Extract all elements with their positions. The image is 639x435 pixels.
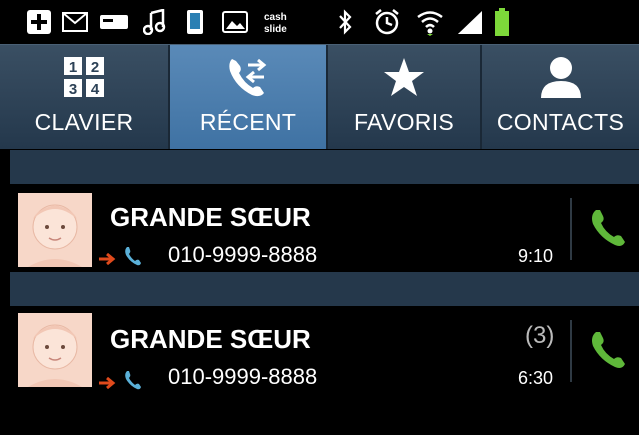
call-log-item[interactable]: GRANDE SŒUR (3) 010-9999-8888 6:30 xyxy=(10,308,639,394)
dialpad-digit: 4 xyxy=(91,81,100,98)
dialpad-digit: 1 xyxy=(69,59,77,76)
call-count: (3) xyxy=(525,322,555,349)
alarm-icon xyxy=(373,8,401,36)
call-type-phone-icon xyxy=(124,246,142,271)
contact-name: GRANDE SŒUR xyxy=(110,324,311,354)
music-icon xyxy=(142,8,168,36)
phone-number: 010-9999-8888 xyxy=(168,364,318,389)
row-divider xyxy=(570,198,572,260)
tab-bar: 1 2 3 4 CLAVIER RÉCENT FAVORIS CONTACTS xyxy=(0,44,639,149)
tab-label: CONTACTS xyxy=(496,109,625,135)
contact-name: GRANDE SŒUR xyxy=(110,202,311,232)
phone-number: 010-9999-8888 xyxy=(168,242,318,267)
outgoing-arrow-icon xyxy=(98,252,118,270)
call-time: 9:10 xyxy=(518,246,554,266)
recent-calls-icon xyxy=(226,45,270,99)
wifi-icon xyxy=(416,8,444,36)
svg-text:cash: cash xyxy=(264,12,287,23)
tab-label: CLAVIER xyxy=(34,109,134,135)
dialpad-digit: 2 xyxy=(91,59,99,76)
tab-label: RÉCENT xyxy=(199,109,297,135)
svg-text:slide: slide xyxy=(264,24,287,35)
tab-keypad[interactable]: 1 2 3 4 CLAVIER xyxy=(0,45,168,149)
avatar[interactable] xyxy=(18,313,92,387)
image-icon xyxy=(222,8,248,36)
plus-icon xyxy=(26,8,52,36)
cashslide-icon: cash slide xyxy=(262,8,298,36)
star-icon xyxy=(382,45,426,99)
section-header-band xyxy=(10,150,639,184)
card-icon xyxy=(100,8,128,36)
battery-icon xyxy=(493,8,511,36)
tab-recent[interactable]: RÉCENT xyxy=(170,45,326,149)
section-header-band xyxy=(10,272,639,306)
row-divider xyxy=(570,320,572,382)
call-log-item[interactable]: GRANDE SŒUR 010-9999-8888 9:10 xyxy=(10,186,639,270)
status-bar: cash slide xyxy=(0,0,639,44)
bluetooth-icon xyxy=(335,8,355,36)
tab-favorites[interactable]: FAVORIS xyxy=(328,45,480,149)
tab-contacts[interactable]: CONTACTS xyxy=(482,45,639,149)
tab-label: FAVORIS xyxy=(353,109,455,135)
phone-device-icon xyxy=(185,8,205,36)
signal-icon xyxy=(456,8,484,36)
mail-icon xyxy=(62,8,88,36)
call-type-phone-icon xyxy=(124,370,142,395)
dialpad-digit: 3 xyxy=(69,81,77,98)
avatar[interactable] xyxy=(18,193,92,267)
dialpad-icon: 1 2 3 4 xyxy=(62,45,106,99)
call-time: 6:30 xyxy=(518,368,554,388)
outgoing-arrow-icon xyxy=(98,376,118,394)
call-button[interactable] xyxy=(590,208,626,253)
contact-icon xyxy=(539,45,583,99)
call-button[interactable] xyxy=(590,330,626,375)
